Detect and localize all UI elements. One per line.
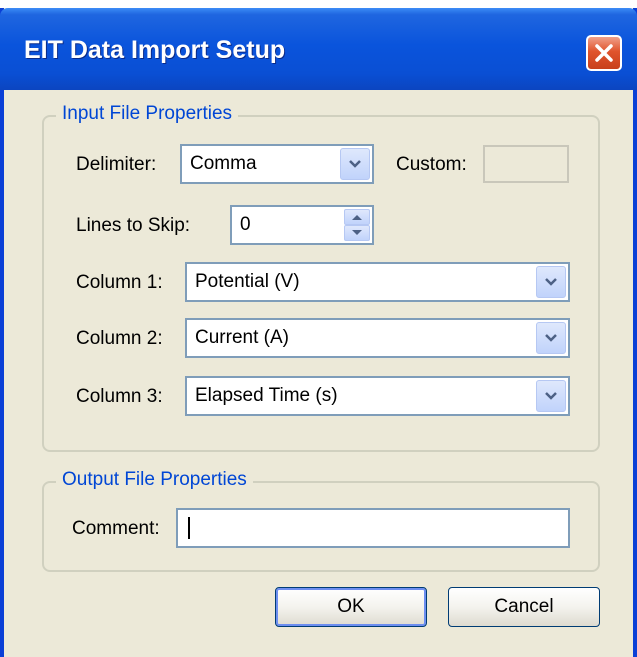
chevron-down-icon (545, 334, 557, 342)
custom-delimiter-field[interactable] (483, 145, 569, 183)
column-2-label: Column 2: (76, 328, 163, 349)
delimiter-value: Comma (190, 153, 257, 174)
text-caret (188, 517, 190, 539)
close-icon (595, 44, 613, 62)
column-3-dropdown-button[interactable] (536, 380, 566, 412)
ok-button[interactable]: OK (275, 587, 427, 627)
delimiter-select[interactable]: Comma (180, 144, 374, 184)
input-group-legend: Input File Properties (56, 103, 239, 125)
column-1-label: Column 1: (76, 272, 163, 293)
column-3-select[interactable]: Elapsed Time (s) (185, 376, 570, 416)
column-1-value: Potential (V) (195, 271, 300, 292)
column-3-value: Elapsed Time (s) (195, 385, 338, 406)
chevron-down-icon (349, 160, 361, 168)
column-3-label: Column 3: (76, 386, 163, 407)
delimiter-dropdown-button[interactable] (340, 148, 370, 180)
column-2-select[interactable]: Current (A) (185, 318, 570, 358)
title-bar[interactable]: EIT Data Import Setup (0, 8, 637, 90)
output-group-legend: Output File Properties (56, 469, 253, 491)
lines-to-skip-stepper[interactable]: 0 (230, 205, 374, 245)
spin-down-icon (352, 230, 362, 235)
delimiter-label: Delimiter: (76, 154, 157, 175)
chevron-down-icon (545, 392, 557, 400)
cancel-button[interactable]: Cancel (448, 587, 600, 627)
spin-up-button[interactable] (344, 209, 370, 225)
chevron-down-icon (545, 278, 557, 286)
lines-to-skip-value: 0 (240, 214, 251, 235)
window-title: EIT Data Import Setup (24, 36, 286, 64)
spin-up-icon (352, 215, 362, 220)
close-button[interactable] (586, 35, 622, 71)
column-2-value: Current (A) (195, 327, 289, 348)
column-1-dropdown-button[interactable] (536, 266, 566, 298)
custom-label: Custom: (396, 154, 467, 175)
column-1-select[interactable]: Potential (V) (185, 262, 570, 302)
comment-label: Comment: (72, 518, 160, 539)
spin-down-button[interactable] (344, 225, 370, 241)
column-2-dropdown-button[interactable] (536, 322, 566, 354)
comment-field[interactable] (176, 508, 570, 548)
lines-to-skip-label: Lines to Skip: (76, 215, 191, 236)
